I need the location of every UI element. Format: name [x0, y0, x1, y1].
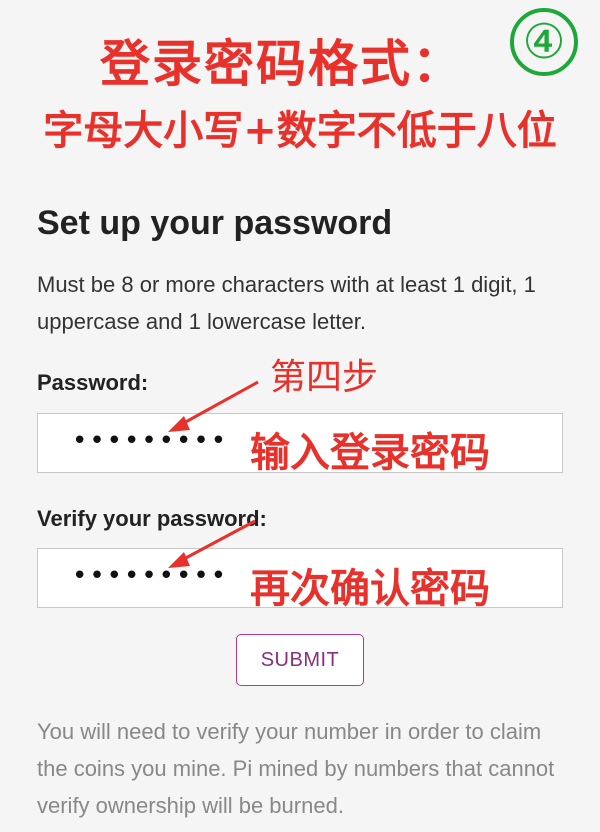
password-requirements: Must be 8 or more characters with at lea… [37, 272, 536, 334]
password-label: Password: [37, 370, 149, 395]
verification-notice: You will need to verify your number in o… [37, 719, 555, 818]
verify-password-masked-value: ••••••••• [72, 561, 229, 591]
step-number-badge: ④ [510, 8, 578, 76]
submit-button[interactable]: SUBMIT [236, 634, 364, 686]
password-masked-value: ••••••••• [72, 426, 229, 456]
annotation-subheading: 字母大小写+数字不低于八位 [43, 108, 557, 154]
verify-password-label: Verify your password: [37, 506, 267, 531]
annotation-enter-password: 输入登录密码 [250, 430, 490, 476]
annotation-step-label: 第四步 [270, 357, 379, 398]
annotation-confirm-password: 再次确认密码 [250, 566, 490, 612]
page-title: Set up your password [37, 204, 393, 242]
annotation-heading: 登录密码格式： [100, 35, 464, 93]
